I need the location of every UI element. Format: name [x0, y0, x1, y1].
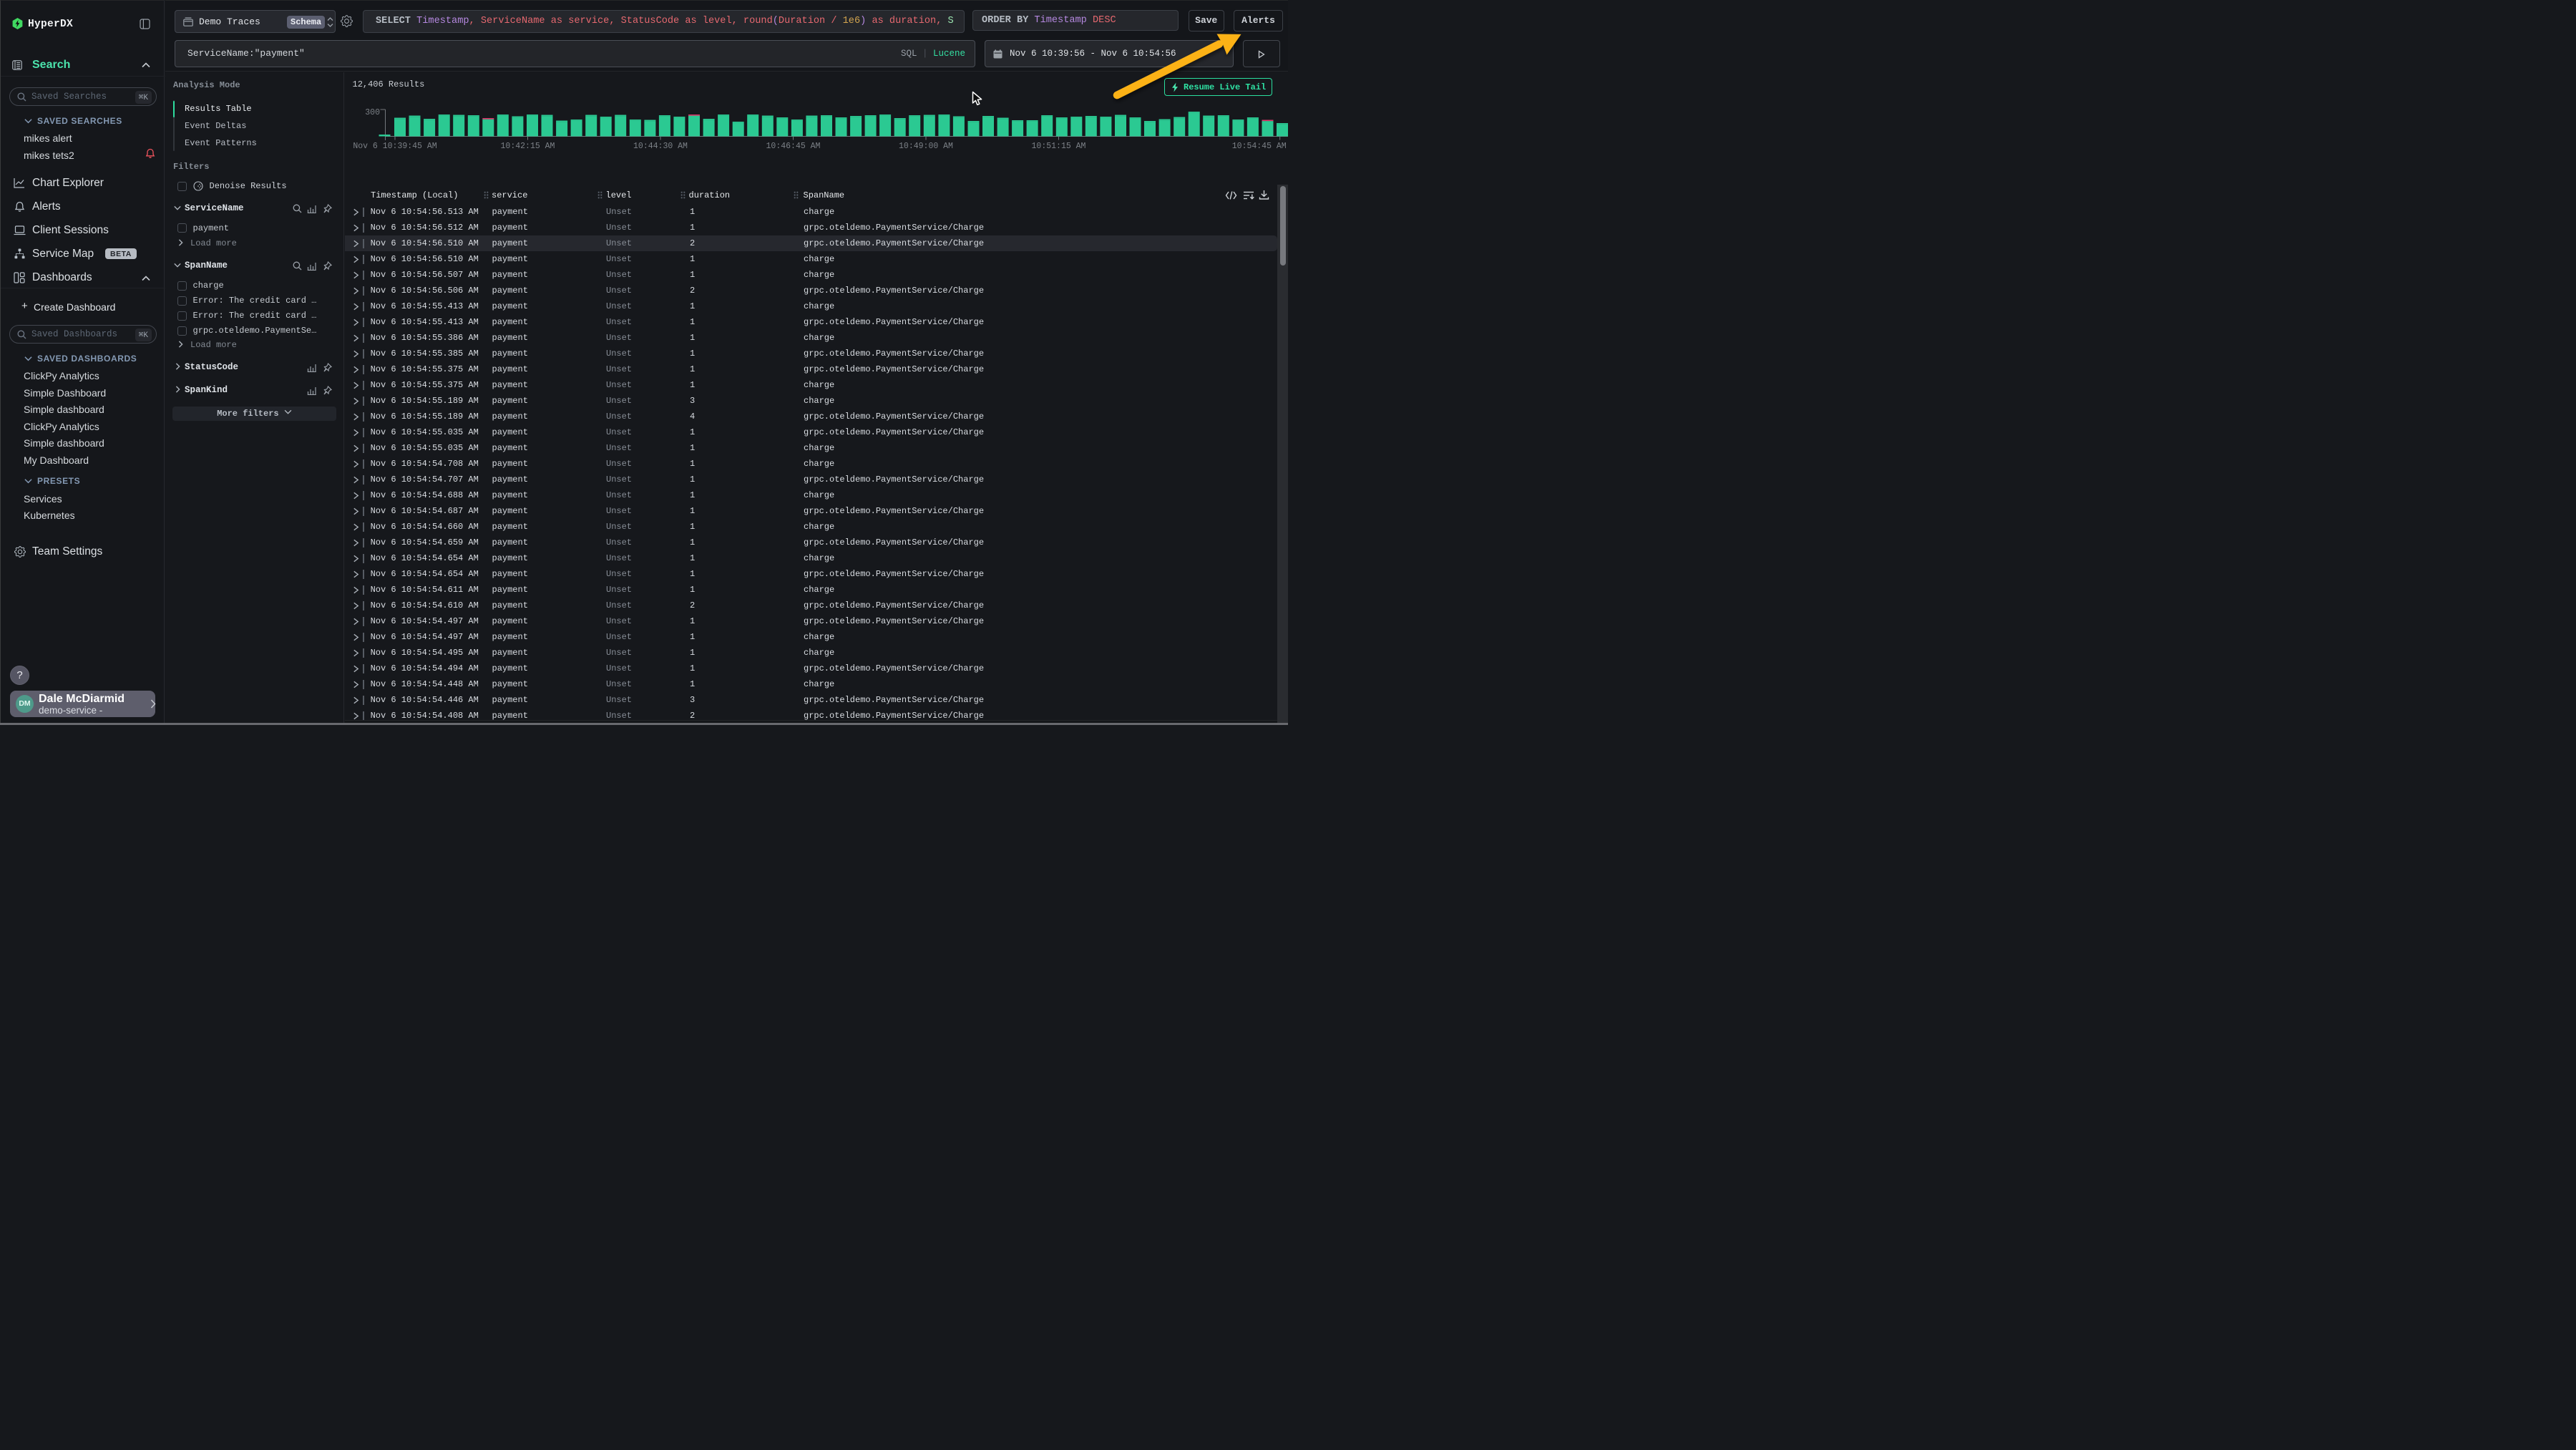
svg-text:10:44:30 AM: 10:44:30 AM	[633, 142, 688, 151]
svg-text:300: 300	[365, 108, 380, 117]
svg-text:10:42:15 AM: 10:42:15 AM	[501, 142, 555, 151]
svg-text:Nov 6 10:39:45 AM: Nov 6 10:39:45 AM	[353, 142, 436, 151]
svg-text:10:54:45 AM: 10:54:45 AM	[1232, 142, 1287, 151]
svg-text:10:46:45 AM: 10:46:45 AM	[766, 142, 821, 151]
svg-text:10:49:00 AM: 10:49:00 AM	[899, 142, 953, 151]
svg-text:10:51:15 AM: 10:51:15 AM	[1032, 142, 1086, 151]
